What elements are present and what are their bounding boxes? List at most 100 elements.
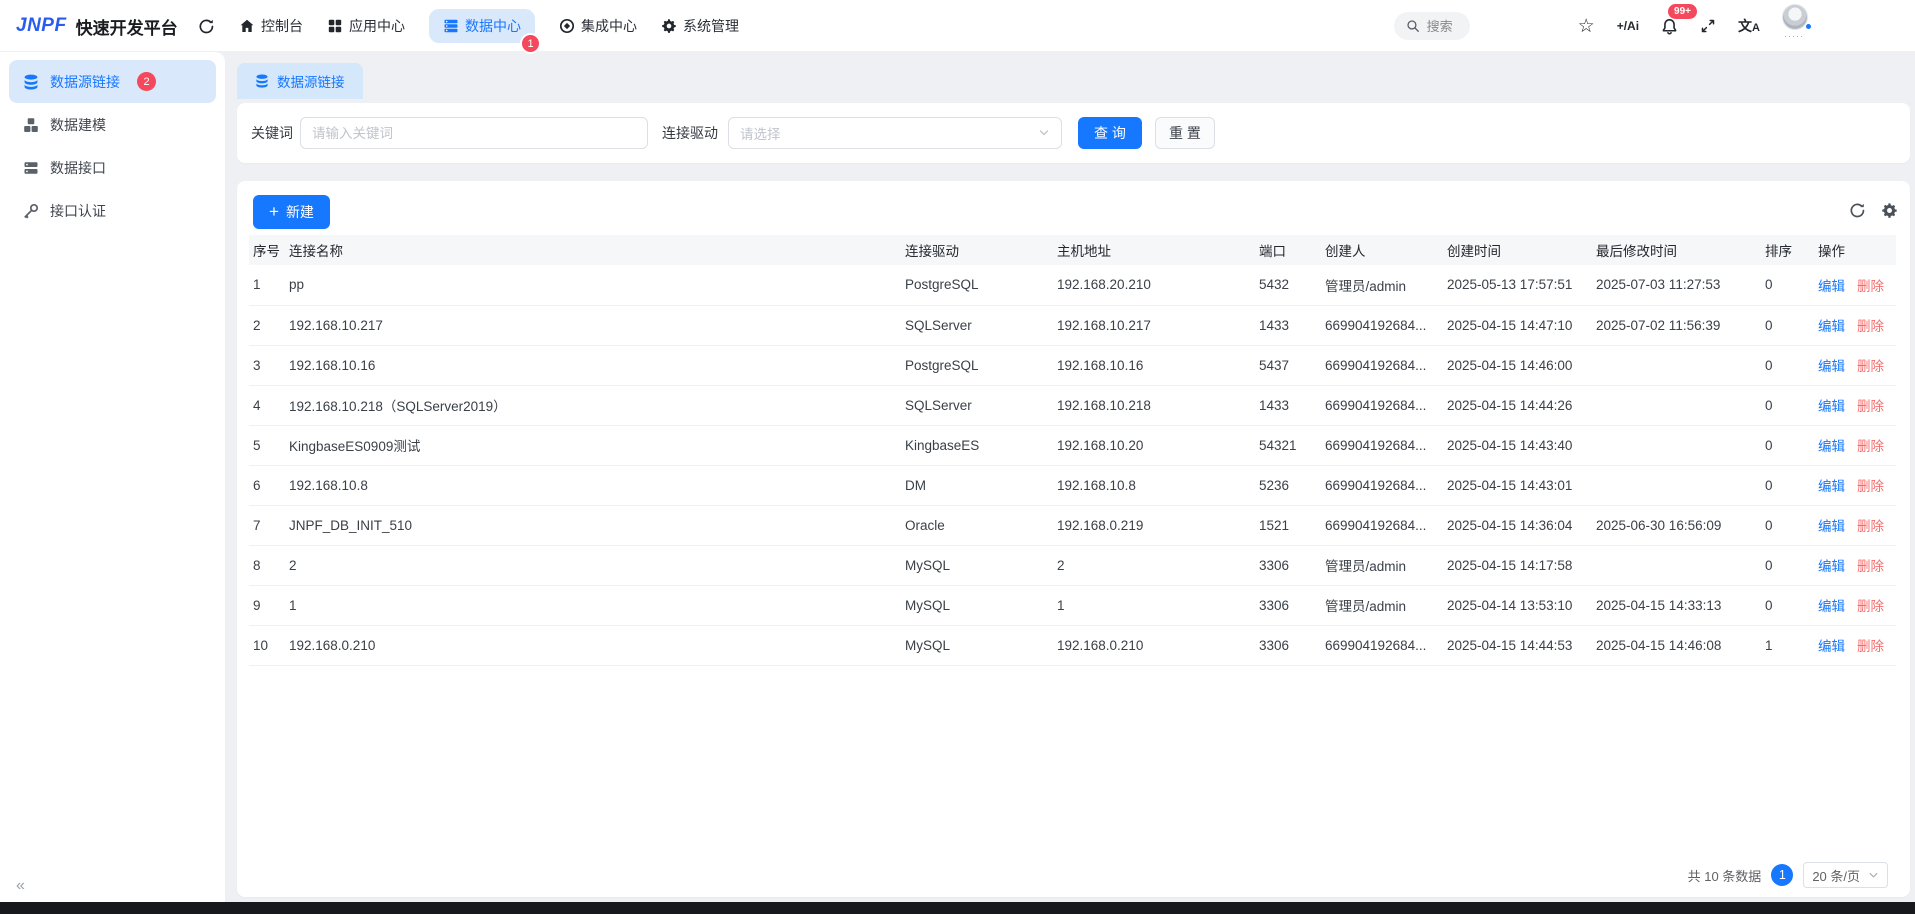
delete-link[interactable]: 删除 [1857, 479, 1884, 494]
cell-host: 192.168.10.217 [1057, 305, 1259, 346]
delete-link[interactable]: 删除 [1857, 559, 1884, 574]
nav-badge: 1 [520, 33, 541, 54]
keyword-input[interactable] [300, 117, 648, 149]
cell-name: 192.168.10.16 [289, 345, 905, 386]
page-size-value: 20 条/页 [1812, 868, 1860, 884]
cell-index: 10 [249, 625, 289, 666]
edit-link[interactable]: 编辑 [1818, 559, 1845, 574]
delete-link[interactable]: 删除 [1857, 399, 1884, 414]
cell-host: 192.168.10.20 [1057, 425, 1259, 466]
delete-link[interactable]: 删除 [1857, 439, 1884, 454]
cell-index: 9 [249, 585, 289, 626]
edit-link[interactable]: 编辑 [1818, 439, 1845, 454]
cell-driver: Oracle [905, 505, 1057, 546]
col-sort: 排序 [1765, 235, 1818, 265]
search-icon [1406, 19, 1420, 33]
new-button[interactable]: + 新建 [253, 195, 330, 229]
gear-icon [661, 18, 677, 34]
search-input[interactable] [1426, 18, 1467, 34]
driver-select-placeholder: 请选择 [740, 127, 781, 142]
tab-datasource-link[interactable]: 数据源链接 [237, 63, 363, 99]
cell-creator: 管理员/admin [1325, 585, 1447, 626]
delete-link[interactable]: 删除 [1857, 639, 1884, 654]
app-header: JNPF 快速开发平台 控制台 应用中心 数据中心 1 集成中心 系统管理 搜索… [0, 0, 1915, 54]
cell-port: 5437 [1259, 345, 1325, 386]
nav-item-console[interactable]: 控制台 [239, 16, 303, 36]
cell-index: 8 [249, 545, 289, 586]
user-menu[interactable]: ····· [1782, 4, 1811, 48]
edit-link[interactable]: 编辑 [1818, 399, 1845, 414]
edit-link[interactable]: 编辑 [1818, 519, 1845, 534]
col-name: 连接名称 [289, 235, 905, 265]
global-search[interactable] [1393, 12, 1470, 40]
refresh-icon[interactable] [198, 18, 215, 35]
driver-select[interactable]: 请选择 [728, 117, 1062, 149]
pagination-page-1[interactable]: 1 [1771, 864, 1794, 886]
edit-link[interactable]: 编辑 [1818, 599, 1845, 614]
edit-link[interactable]: 编辑 [1818, 319, 1845, 334]
edit-link[interactable]: 编辑 [1818, 479, 1845, 494]
fullscreen-icon[interactable] [1700, 18, 1716, 34]
col-created: 创建时间 [1447, 235, 1596, 265]
edit-link[interactable]: 编辑 [1818, 639, 1845, 654]
cell-host: 192.168.20.210 [1057, 265, 1259, 306]
new-button-label: 新建 [285, 204, 314, 220]
cell-creator: 669904192684... [1325, 465, 1447, 506]
nav-item-app-center[interactable]: 应用中心 [327, 16, 405, 36]
translate-icon[interactable]: 文A [1738, 16, 1760, 36]
delete-link[interactable]: 删除 [1857, 599, 1884, 614]
notifications-bell-icon[interactable]: 99+ [1661, 3, 1698, 35]
cell-name: pp [289, 265, 905, 306]
avatar[interactable] [1782, 4, 1808, 30]
delete-link[interactable]: 删除 [1857, 279, 1884, 294]
cell-port: 5432 [1259, 265, 1325, 306]
cell-actions: 编辑 删除 [1818, 465, 1896, 506]
cell-modified: 2025-06-30 16:56:09 [1596, 505, 1765, 546]
edit-link[interactable]: 编辑 [1818, 279, 1845, 294]
tab-label: 数据源链接 [277, 75, 345, 90]
delete-link[interactable]: 删除 [1857, 519, 1884, 534]
edit-link[interactable]: 编辑 [1818, 359, 1845, 374]
sidebar-item-data-modeling[interactable]: 数据建模 [9, 103, 216, 146]
favorites-star-icon[interactable]: ☆ [1578, 17, 1595, 36]
cell-modified: 2025-07-02 11:56:39 [1596, 305, 1765, 346]
sidebar-collapse-icon[interactable]: « [16, 878, 25, 894]
cell-port: 5236 [1259, 465, 1325, 506]
cell-modified: 2025-07-03 11:27:53 [1596, 265, 1765, 306]
cell-sort: 0 [1765, 425, 1818, 466]
cell-created: 2025-04-15 14:44:26 [1447, 385, 1596, 426]
driver-label: 连接驱动 [662, 125, 718, 141]
database-icon [255, 74, 269, 88]
nav-item-integration-center[interactable]: 集成中心 [559, 16, 637, 36]
delete-link[interactable]: 删除 [1857, 319, 1884, 334]
nav-item-data-center[interactable]: 数据中心 1 [429, 9, 541, 54]
cell-sort: 0 [1765, 385, 1818, 426]
cell-name: 192.168.10.217 [289, 305, 905, 346]
sidebar: 数据源链接 2 数据建模 数据接口 接口认证 « [0, 52, 225, 902]
cell-creator: 管理员/admin [1325, 265, 1447, 306]
page-size-select[interactable]: 20 条/页 [1803, 862, 1888, 888]
cell-index: 7 [249, 505, 289, 546]
sidebar-item-data-api[interactable]: 数据接口 [9, 146, 216, 189]
sidebar-item-label: 数据建模 [50, 116, 106, 133]
database-icon [23, 74, 39, 90]
search-button[interactable]: 查 询 [1078, 117, 1142, 149]
cell-actions: 编辑 删除 [1818, 345, 1896, 386]
reset-button[interactable]: 重 置 [1155, 117, 1215, 149]
table-refresh-icon[interactable] [1849, 202, 1866, 219]
ai-assistant-icon[interactable]: +/Ai [1617, 19, 1639, 33]
cell-port: 1433 [1259, 305, 1325, 346]
table-settings-gear-icon[interactable] [1881, 202, 1898, 219]
cell-port: 3306 [1259, 545, 1325, 586]
sidebar-item-label: 数据源链接 [50, 73, 120, 90]
sidebar-item-datasource-link[interactable]: 数据源链接 2 [9, 60, 216, 103]
cell-driver: PostgreSQL [905, 345, 1057, 386]
nav-item-system-management[interactable]: 系统管理 [661, 16, 739, 36]
table-row: 4 192.168.10.218（SQLServer2019） SQLServe… [249, 385, 1896, 426]
delete-link[interactable]: 删除 [1857, 359, 1884, 374]
cell-driver: SQLServer [905, 385, 1057, 426]
cell-created: 2025-04-15 14:47:10 [1447, 305, 1596, 346]
cell-name: JNPF_DB_INIT_510 [289, 505, 905, 546]
sidebar-item-api-auth[interactable]: 接口认证 [9, 189, 216, 232]
cell-modified [1596, 425, 1765, 466]
